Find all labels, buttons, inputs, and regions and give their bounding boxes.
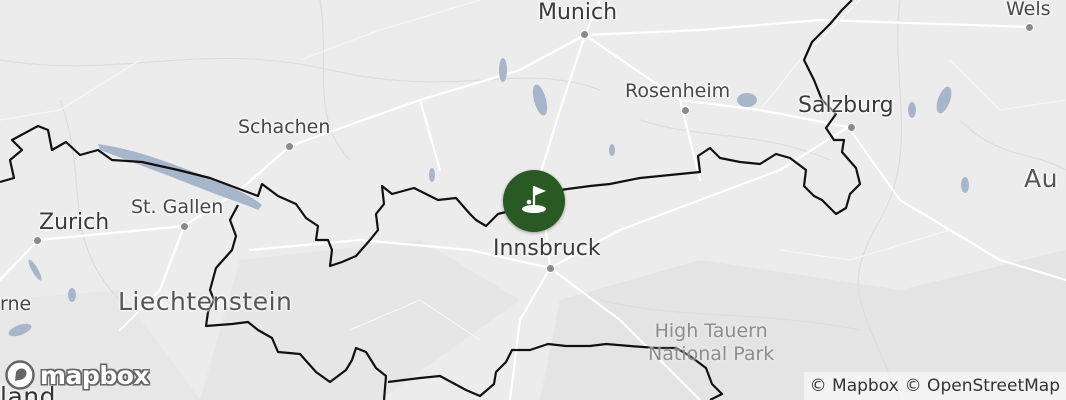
label-st-gallen: St. Gallen	[131, 196, 224, 218]
mapbox-logo-text: mapbox	[40, 360, 150, 390]
attribution-osm-link[interactable]: © OpenStreetMap	[905, 376, 1060, 396]
label-zurich: Zurich	[39, 210, 110, 235]
label-berne-partial: rne	[0, 293, 32, 315]
label-innsbruck: Innsbruck	[493, 236, 601, 261]
innsbruck-dot	[546, 264, 555, 273]
schachen-dot	[285, 142, 294, 151]
golf-flag-icon	[522, 186, 546, 213]
wels-dot	[1025, 23, 1034, 32]
attribution-mapbox-link[interactable]: © Mapbox	[810, 376, 899, 396]
label-schachen: Schachen	[238, 116, 331, 138]
label-high-tauern-national-park: High Tauern National Park	[648, 320, 774, 366]
label-salzburg: Salzburg	[798, 93, 894, 118]
label-munich: Munich	[538, 0, 618, 25]
park-label-line-1: High Tauern	[654, 320, 768, 342]
park-label-line-2: National Park	[648, 342, 775, 365]
rosenheim-dot	[681, 106, 690, 115]
st-gallen-dot	[180, 222, 189, 231]
map-attribution: © Mapbox © OpenStreetMap	[803, 372, 1066, 400]
golf-course-marker[interactable]	[503, 170, 565, 232]
salzburg-dot	[847, 123, 856, 132]
label-austria-partial: Au	[1024, 164, 1058, 193]
mapbox-logo-icon	[5, 360, 35, 390]
label-rosenheim: Rosenheim	[625, 80, 731, 102]
label-wels: Wels	[1006, 0, 1051, 20]
munich-dot	[580, 30, 589, 39]
mapbox-logo[interactable]: mapbox	[4, 358, 150, 392]
map-canvas[interactable]: Munich Wels Rosenheim Salzburg Schachen …	[0, 0, 1066, 400]
zurich-dot	[33, 236, 42, 245]
label-liechtenstein: Liechtenstein	[118, 287, 293, 316]
